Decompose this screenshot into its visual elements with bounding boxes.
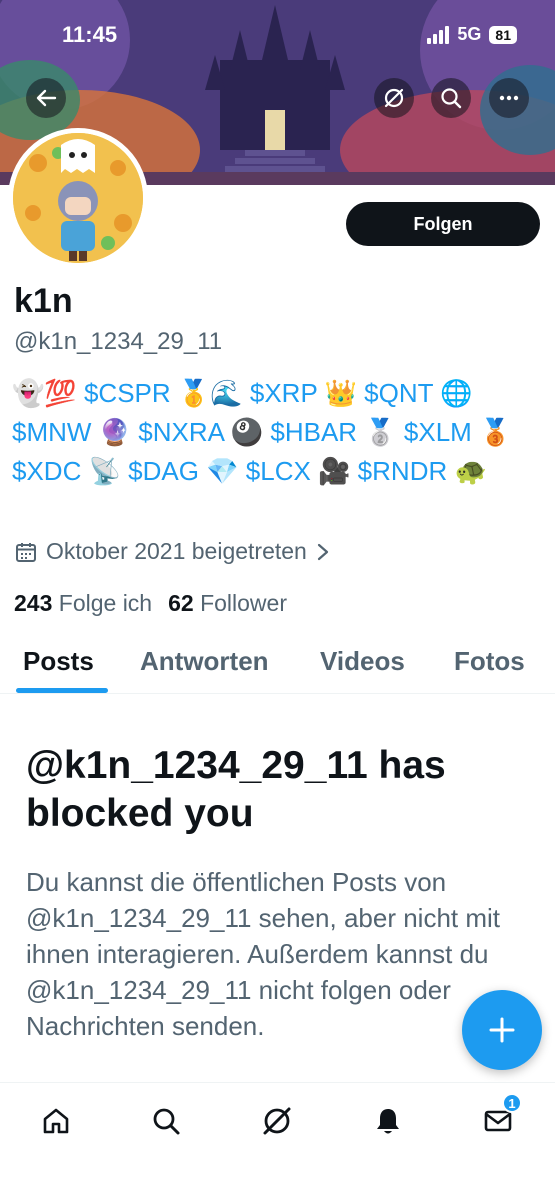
followers-label: Follower (200, 590, 287, 616)
following-count: 243 (14, 590, 53, 616)
signal-icon (427, 25, 450, 44)
network-label: 5G (457, 24, 482, 44)
display-name: k1n (14, 282, 73, 320)
grok-icon (384, 88, 404, 108)
chevron-right-icon (317, 543, 328, 560)
home-icon (43, 1108, 69, 1134)
status-time: 11:45 (62, 22, 118, 47)
avatar-image (13, 133, 143, 263)
grok-icon (263, 1107, 291, 1135)
bio-cashtag[interactable]: $MNW (12, 417, 99, 447)
nav-search[interactable] (144, 1099, 188, 1143)
bio-cashtag[interactable]: $QNT (357, 378, 440, 408)
bio-cashtag[interactable]: $RNDR (350, 456, 454, 486)
search-icon (441, 88, 462, 109)
search-icon (153, 1108, 180, 1135)
nav-notifications[interactable] (366, 1099, 410, 1143)
bio-cashtag[interactable]: $HBAR (263, 417, 364, 447)
nav-home[interactable] (34, 1099, 78, 1143)
grok-button[interactable] (374, 78, 414, 118)
messages-badge: 1 (502, 1093, 522, 1113)
tab-posts[interactable]: Posts (23, 646, 94, 677)
bio-emoji: 👻💯 (12, 379, 77, 409)
bio-emoji: 🥈 (364, 418, 397, 448)
bottom-nav: 1 (0, 1082, 555, 1200)
notifications-icon (377, 1109, 399, 1134)
compose-button[interactable] (462, 990, 542, 1070)
profile-handle: @k1n_1234_29_11 (14, 328, 223, 355)
bio-emoji: 🥇🌊 (177, 379, 243, 409)
bio-cashtag[interactable]: $CSPR (77, 378, 178, 408)
bio-emoji: 👑 (324, 379, 357, 409)
bio-emoji: 💎 (206, 457, 239, 487)
active-tab-indicator (16, 688, 108, 693)
follow-stats: 243 Folge ich 62 Follower (14, 590, 287, 617)
profile-bio: 👻💯 $CSPR 🥇🌊 $XRP 👑 $QNT 🌐 $MNW 🔮 $NXRA 🎱… (12, 374, 547, 491)
bio-emoji: 🥉 (479, 418, 512, 448)
joined-label: Oktober 2021 beigetreten (46, 538, 307, 564)
follow-button[interactable]: Folgen (346, 202, 540, 246)
bio-emoji: 🎱 (230, 418, 264, 448)
bio-emoji: 🐢 (454, 457, 487, 487)
bio-cashtag[interactable]: $DAG (121, 456, 206, 486)
followers-count: 62 (168, 590, 194, 616)
status-bar: 11:45 5G 81 (0, 0, 555, 72)
back-arrow-icon (36, 89, 57, 107)
more-button[interactable] (489, 78, 529, 118)
bio-cashtag[interactable]: $NXRA (131, 417, 231, 447)
following-label: Folge ich (58, 590, 153, 616)
bio-emoji: 🔮 (98, 418, 132, 448)
status-indicators: 5G 81 (427, 24, 517, 45)
bio-emoji: 🌐 (440, 379, 473, 409)
tab-antworten[interactable]: Antworten (140, 646, 269, 677)
bio-cashtag[interactable]: $XRP (243, 378, 325, 408)
calendar-icon (16, 542, 36, 562)
tab-fotos[interactable]: Fotos (454, 646, 525, 677)
nav-messages[interactable]: 1 (476, 1093, 522, 1143)
bio-emoji: 🎥 (318, 457, 351, 487)
blocked-title: @k1n_1234_29_11 has blocked you (26, 744, 446, 835)
avatar[interactable] (8, 128, 148, 268)
plus-icon (489, 1017, 515, 1043)
tab-videos[interactable]: Videos (320, 646, 405, 677)
bio-cashtag[interactable]: $LCX (239, 456, 319, 486)
nav-grok[interactable] (255, 1099, 299, 1143)
bio-cashtag[interactable]: $XDC (12, 456, 89, 486)
bio-cashtag[interactable]: $XLM (397, 417, 479, 447)
back-button[interactable] (26, 78, 66, 118)
joined-date[interactable]: Oktober 2021 beigetreten (14, 538, 331, 565)
bio-emoji: 📡 (88, 457, 121, 487)
following-link[interactable]: 243 Folge ich (14, 590, 152, 617)
profile-tabs: Posts Antworten Videos Fotos (0, 636, 555, 694)
search-button[interactable] (431, 78, 471, 118)
battery-icon: 81 (489, 25, 517, 44)
blocked-description: Du kannst die öffentlichen Posts von @k1… (26, 867, 501, 1041)
followers-link[interactable]: 62 Follower (168, 590, 287, 617)
more-icon (499, 95, 519, 101)
